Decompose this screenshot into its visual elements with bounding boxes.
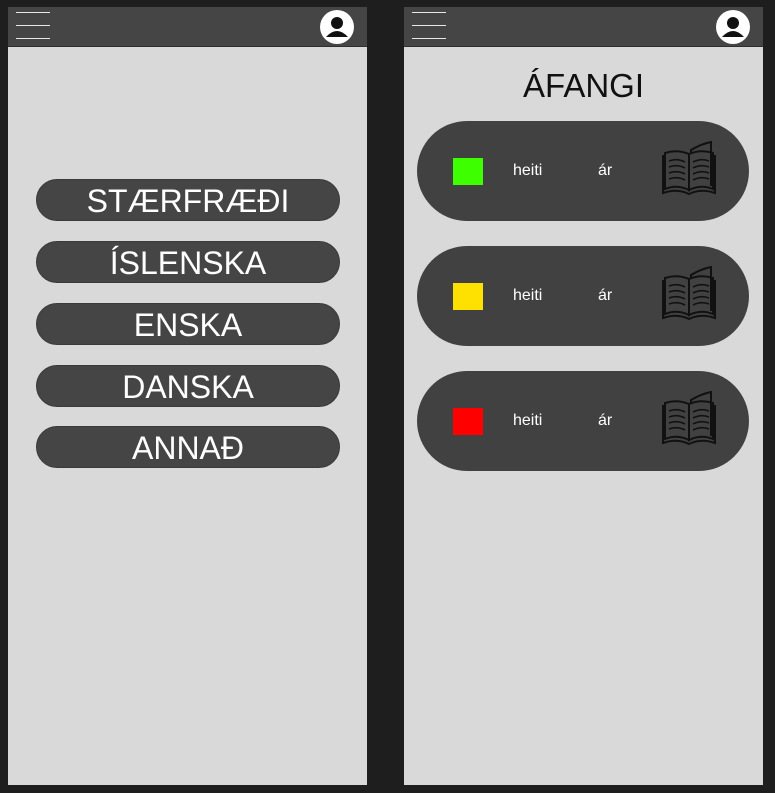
course-card[interactable]: heiti ár: [417, 246, 749, 346]
courses-screen: ÁFANGI heiti ár heiti ár heiti ár: [404, 7, 763, 785]
course-name: heiti: [513, 412, 543, 429]
subjects-screen: STÆRFRÆÐI ÍSLENSKA ENSKA DANSKA ANNAÐ: [8, 7, 367, 785]
user-avatar-icon[interactable]: [716, 10, 750, 44]
subject-button-annad[interactable]: ANNAÐ: [36, 426, 340, 468]
subject-button-danska[interactable]: DANSKA: [36, 365, 340, 407]
course-card[interactable]: heiti ár: [417, 371, 749, 471]
open-book-icon[interactable]: [661, 266, 717, 321]
hamburger-menu-icon[interactable]: [412, 11, 446, 39]
course-name: heiti: [513, 287, 543, 304]
user-avatar-icon[interactable]: [320, 10, 354, 44]
course-year: ár: [598, 162, 613, 179]
course-color-swatch: [453, 158, 483, 185]
course-card[interactable]: heiti ár: [417, 121, 749, 221]
course-year: ár: [598, 412, 613, 429]
top-bar: [8, 7, 367, 47]
top-bar: [404, 7, 763, 47]
open-book-icon[interactable]: [661, 391, 717, 446]
course-year: ár: [598, 287, 613, 304]
course-color-swatch: [453, 408, 483, 435]
course-color-swatch: [453, 283, 483, 310]
subject-button-enska[interactable]: ENSKA: [36, 303, 340, 345]
open-book-icon[interactable]: [661, 141, 717, 196]
hamburger-menu-icon[interactable]: [16, 11, 50, 39]
subject-button-staerfraedi[interactable]: STÆRFRÆÐI: [36, 179, 340, 221]
page-title: ÁFANGI: [522, 67, 645, 104]
subject-button-islenska[interactable]: ÍSLENSKA: [36, 241, 340, 283]
course-name: heiti: [513, 162, 543, 179]
